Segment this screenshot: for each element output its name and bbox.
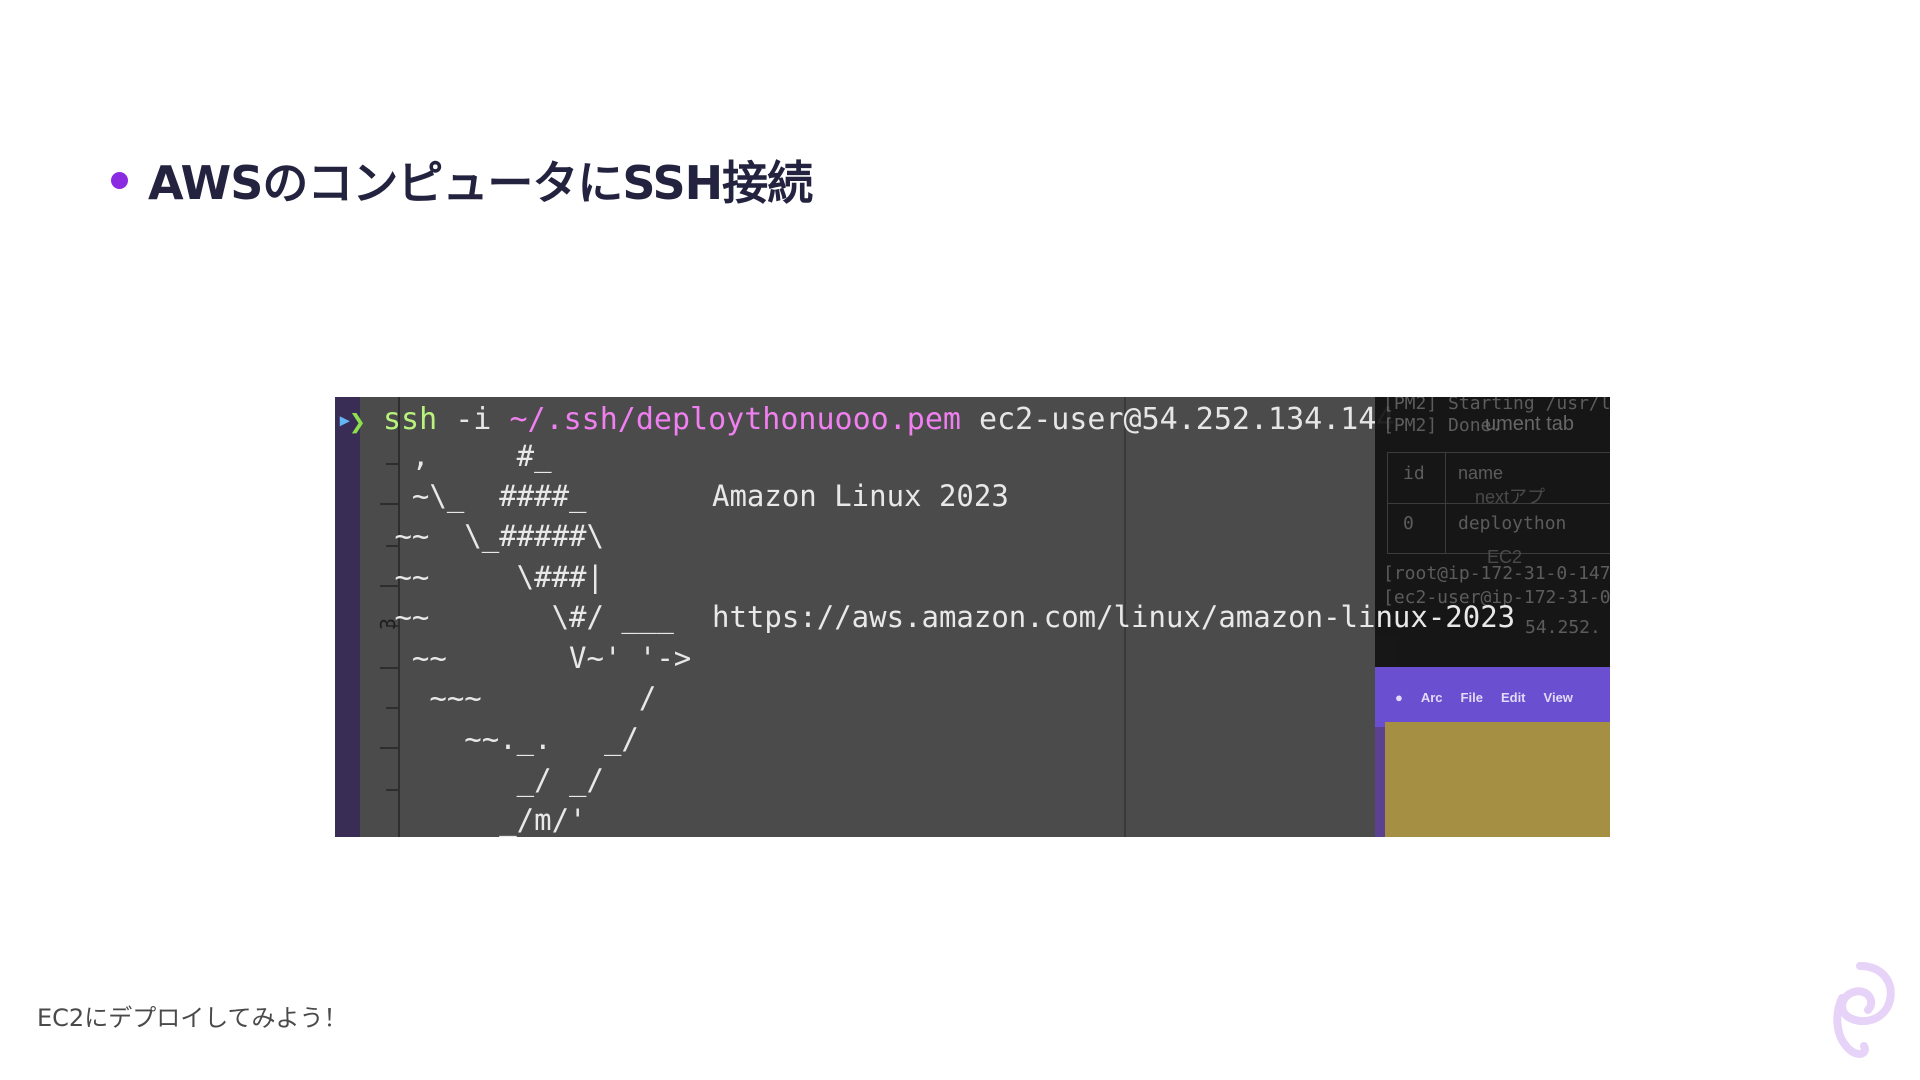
apple-icon: ● bbox=[1395, 689, 1403, 705]
ssh-command: ssh -i ~/.ssh/deploythonuooo.pem ec2-use… bbox=[383, 402, 1394, 437]
bg-table-cell: deploython bbox=[1458, 513, 1567, 534]
cmd-ssh: ssh bbox=[383, 402, 438, 437]
mini-menu-item: File bbox=[1460, 689, 1483, 705]
bg-prompt-line: [root@ip-172-31-0-147 bbox=[1383, 563, 1610, 584]
bg-ip-fragment: 54.252. bbox=[1525, 617, 1601, 638]
ascii-line: _/m/' bbox=[377, 803, 587, 837]
bullet-row: AWSのコンピュータにSSH接続 bbox=[111, 150, 813, 210]
mini-menu-item: View bbox=[1543, 689, 1573, 705]
mini-menubar-items: ● Arc File Edit View bbox=[1375, 667, 1610, 727]
ascii-line: ~~~ / bbox=[377, 681, 657, 715]
bg-nav-item: nextアプ bbox=[1475, 487, 1546, 507]
terminal-screenshot: 3 ▸ ❯ ssh -i ~/.ssh/deploythonuooo.pem e… bbox=[335, 397, 1610, 837]
ascii-line: ~~._. _/ bbox=[377, 722, 639, 756]
ascii-line: ~~ \#/ ___ bbox=[377, 600, 674, 634]
bg-pm2-line: [PM2] Starting /usr/l bbox=[1383, 397, 1610, 414]
mini-window-content bbox=[1385, 722, 1610, 837]
cmd-flag: -i bbox=[437, 402, 510, 437]
brand-logo-icon bbox=[1833, 962, 1895, 1058]
bg-table-cell: 0 bbox=[1403, 513, 1414, 534]
ascii-line: ~~ \_#####\ bbox=[377, 519, 604, 553]
ascii-line: ~\_ ####_ bbox=[377, 479, 587, 513]
slide-title: AWSのコンピュータにSSH接続 bbox=[148, 156, 813, 210]
bg-overlap-text: ument tab bbox=[1485, 413, 1574, 435]
mini-menu-item: Arc bbox=[1420, 689, 1443, 705]
ascii-line: ~~ V~' '-> bbox=[377, 641, 692, 675]
terminal-gutter bbox=[335, 397, 360, 837]
ascii-line: , #_ bbox=[377, 439, 552, 473]
prompt-chevron-icon: ❯ bbox=[349, 405, 366, 438]
bullet-dot-icon bbox=[111, 171, 128, 189]
ascii-line: ~~ \###| bbox=[377, 560, 604, 594]
cmd-keyfile: ~/.ssh/deploythonuooo.pem bbox=[509, 402, 961, 437]
cmd-target: ec2-user@54.252.134.144 bbox=[960, 402, 1395, 437]
ascii-line: _/ _/ bbox=[377, 763, 604, 797]
bg-table-header: id bbox=[1403, 463, 1425, 484]
os-url: https://aws.amazon.com/linux/amazon-linu… bbox=[712, 600, 1516, 634]
bg-table-header: name bbox=[1458, 463, 1504, 483]
os-name: Amazon Linux 2023 bbox=[712, 479, 1009, 513]
slide-footer: EC2にデプロイしてみよう！ bbox=[37, 1004, 348, 1032]
mini-menu-item: Edit bbox=[1500, 689, 1526, 705]
